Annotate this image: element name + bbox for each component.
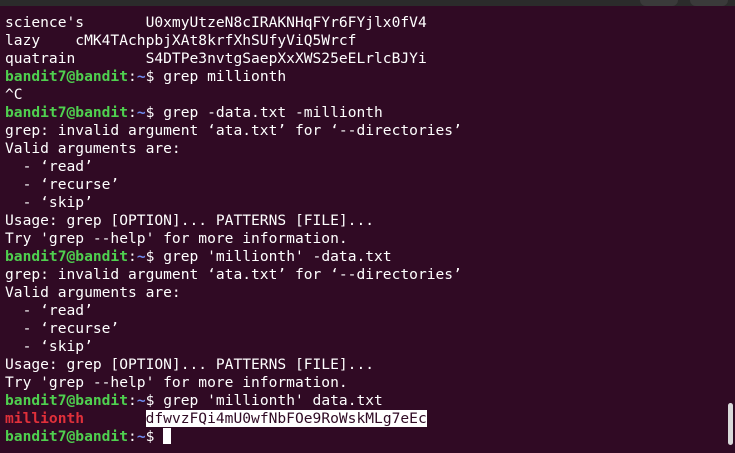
grep-result-line: millionth dfwvzFQi4mU0wfNbFOe9RoWskMLg7e… (5, 410, 721, 428)
prompt-separator: : (128, 392, 137, 409)
prompt-path: ~ (136, 248, 146, 265)
prompt-user-host: bandit7@bandit (5, 68, 129, 85)
output-line: grep: invalid argument ‘ata.txt’ for ‘--… (5, 122, 462, 139)
command-text: grep 'millionth' -data.txt (163, 248, 392, 265)
output-line: - ‘recurse’ (5, 176, 120, 193)
output-line: Usage: grep [OPTION]... PATTERNS [FILE].… (5, 356, 375, 373)
command-text: grep millionth (163, 68, 287, 85)
close-button[interactable] (690, 0, 728, 6)
prompt-line: bandit7@bandit:~$ (5, 428, 721, 446)
output-line: Valid arguments are: (5, 140, 181, 157)
prompt-sign: $ (145, 392, 164, 409)
output-line: - ‘recurse’ (5, 320, 120, 337)
output-line: quatrain S4DTPe3nvtgSaepXxXWS25eELrlcBJY… (5, 50, 427, 67)
output-line: lazy cMK4TAchpbjXAt8krfXhSUfyViQ5Wrcf (5, 32, 357, 49)
prompt-path: ~ (136, 68, 146, 85)
selected-password[interactable]: dfwvzFQi4mU0wfNbFOe9RoWskMLg7eEc (145, 410, 427, 427)
prompt-sign: $ (145, 68, 164, 85)
prompt-separator: : (128, 248, 137, 265)
prompt-line: bandit7@bandit:~$ grep 'millionth' data.… (5, 392, 721, 410)
prompt-user-host: bandit7@bandit (5, 392, 129, 409)
output-line: Usage: grep [OPTION]... PATTERNS [FILE].… (5, 212, 375, 229)
prompt-line: bandit7@bandit:~$ grep millionth (5, 68, 721, 86)
command-text: grep 'millionth' data.txt (163, 392, 383, 409)
output-line: ^C (5, 86, 23, 103)
grep-match: millionth (5, 410, 85, 427)
minimize-button[interactable] (640, 0, 678, 6)
output-line: - ‘skip’ (5, 194, 93, 211)
output-line: Try 'grep --help' for more information. (5, 374, 348, 391)
prompt-sign: $ (145, 428, 164, 445)
prompt-path: ~ (136, 104, 146, 121)
output-line: - ‘read’ (5, 158, 93, 175)
output-line: science's U0xmyUtzeN8cIRAKNHqFYr6FYjlx0f… (5, 14, 427, 31)
output-line: Valid arguments are: (5, 284, 181, 301)
prompt-user-host: bandit7@bandit (5, 104, 129, 121)
text-cursor[interactable] (163, 428, 172, 444)
output-line: grep: invalid argument ‘ata.txt’ for ‘--… (5, 266, 462, 283)
scrollbar[interactable] (728, 403, 733, 445)
output-line: Try 'grep --help' for more information. (5, 230, 348, 247)
whitespace-gap (84, 410, 146, 427)
terminal-window[interactable]: science's U0xmyUtzeN8cIRAKNHqFYr6FYjlx0f… (0, 0, 735, 453)
prompt-separator: : (128, 104, 137, 121)
prompt-line: bandit7@bandit:~$ grep 'millionth' -data… (5, 248, 721, 266)
prompt-sign: $ (145, 248, 164, 265)
prompt-line: bandit7@bandit:~$ grep -data.txt -millio… (5, 104, 721, 122)
prompt-user-host: bandit7@bandit (5, 428, 129, 445)
prompt-sign: $ (145, 104, 164, 121)
title-bar (0, 0, 735, 6)
prompt-path: ~ (136, 392, 146, 409)
prompt-path: ~ (136, 428, 146, 445)
command-text: grep -data.txt -millionth (163, 104, 383, 121)
terminal-output: science's U0xmyUtzeN8cIRAKNHqFYr6FYjlx0f… (5, 14, 721, 446)
prompt-separator: : (128, 68, 137, 85)
output-line: - ‘read’ (5, 302, 93, 319)
prompt-separator: : (128, 428, 137, 445)
prompt-user-host: bandit7@bandit (5, 248, 129, 265)
output-line: - ‘skip’ (5, 338, 93, 355)
